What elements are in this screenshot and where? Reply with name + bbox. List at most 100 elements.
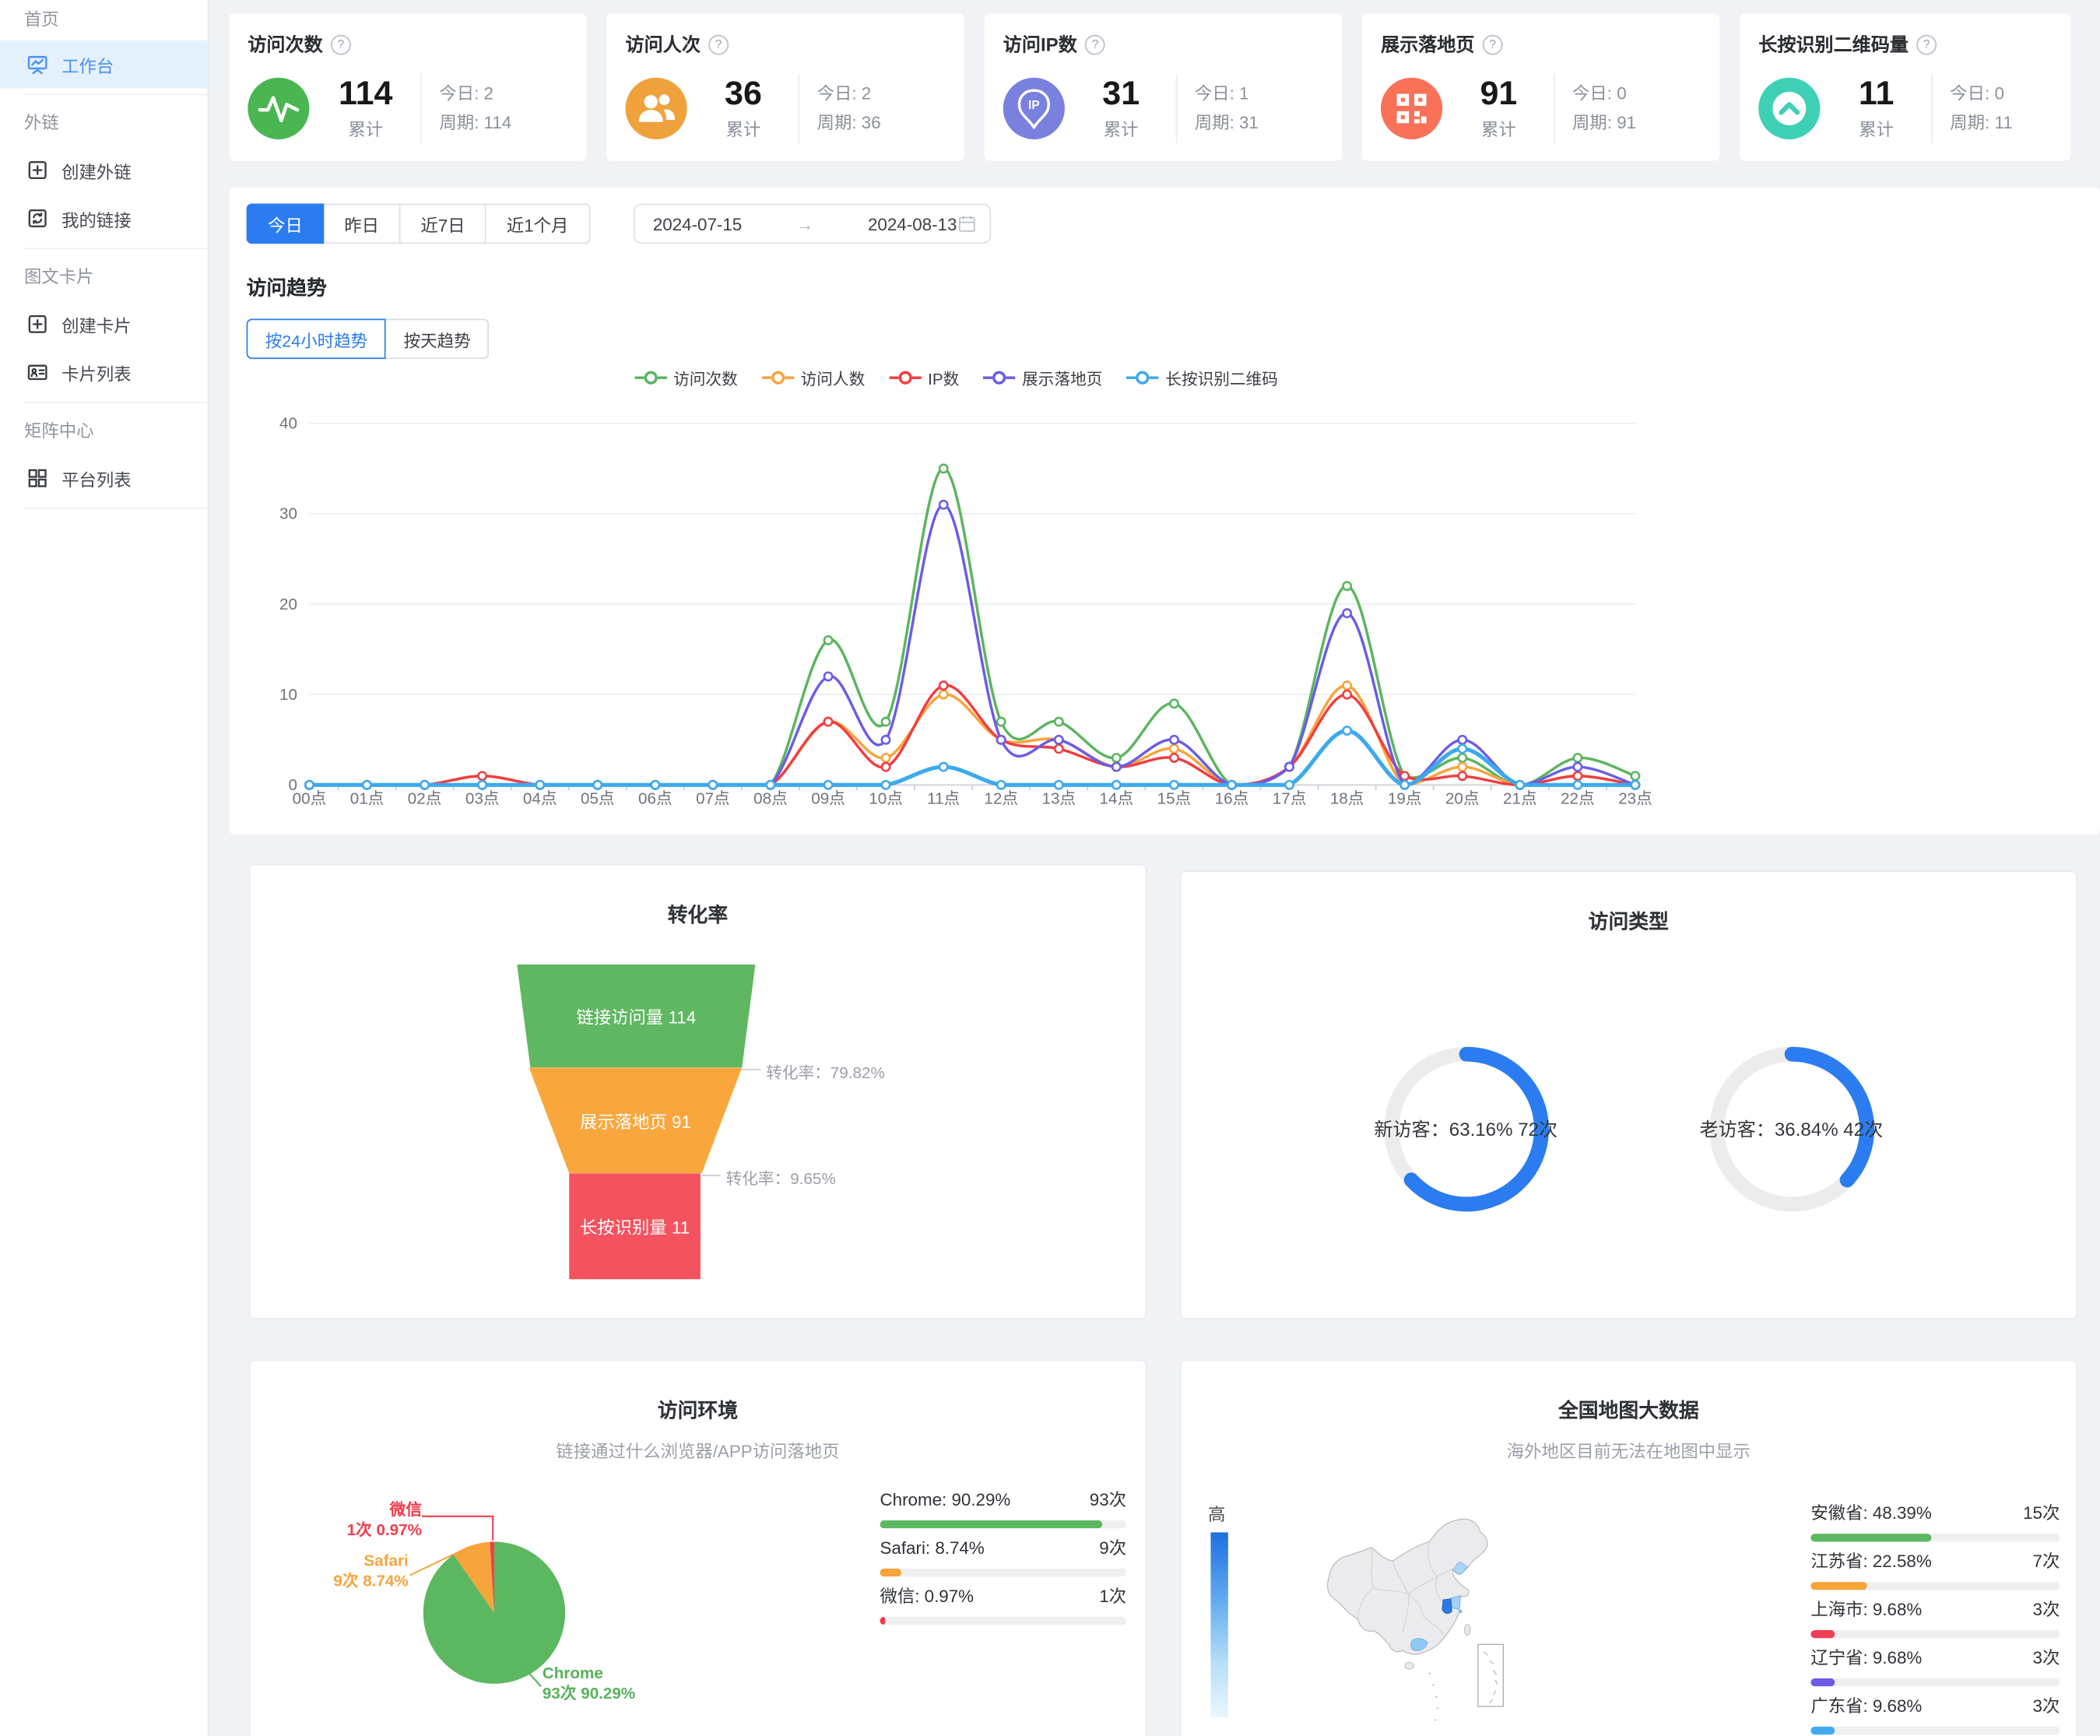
list-label: Safari: 8.74% bbox=[880, 1537, 984, 1558]
legend-label: 访问人数 bbox=[801, 367, 866, 389]
stat-value: 91 bbox=[1464, 76, 1533, 111]
pulse-icon bbox=[248, 78, 309, 139]
svg-text:IP: IP bbox=[1028, 99, 1040, 112]
sidebar-item-platform-list[interactable]: 平台列表 bbox=[0, 454, 208, 502]
visit-environment-card: 访问环境 链接通过什么浏览器/APP访问落地页 bbox=[249, 1359, 1147, 1736]
progress-track bbox=[1810, 1630, 2060, 1638]
sidebar-divider bbox=[24, 402, 208, 403]
progress-fill bbox=[880, 1617, 885, 1625]
pie-callout-detail: 9次 8.74% bbox=[333, 1571, 408, 1590]
list-item: 安徽省: 48.39% 15次 bbox=[1810, 1503, 2060, 1542]
province-anhui bbox=[1442, 1599, 1452, 1614]
legend-item[interactable]: 展示落地页 bbox=[983, 367, 1102, 389]
svg-text:10点: 10点 bbox=[869, 789, 903, 807]
pie-callout-wechat: 微信 1次 0.97% bbox=[290, 1500, 422, 1541]
stat-card-title: 长按识别二维码量 bbox=[1758, 31, 1909, 58]
list-label: 辽宁省: 9.68% bbox=[1810, 1647, 1922, 1667]
range-button[interactable]: 近1个月 bbox=[486, 204, 590, 244]
sidebar-item-label: 卡片列表 bbox=[61, 360, 132, 385]
list-item: Safari: 8.74%9次 bbox=[880, 1537, 1126, 1576]
sidebar-item-workbench[interactable]: 工作台 bbox=[0, 40, 208, 89]
divider bbox=[1176, 74, 1178, 143]
list-label: 广东省: 9.68% bbox=[1810, 1696, 1922, 1716]
china-map bbox=[1315, 1495, 1519, 1736]
map-title: 全国地图大数据 bbox=[1182, 1396, 2076, 1424]
help-icon[interactable]: ? bbox=[1916, 34, 1937, 54]
range-button[interactable]: 近7日 bbox=[401, 204, 487, 244]
stat-card: 访问人次?36累计今日: 2周期: 36 bbox=[606, 13, 964, 160]
legend-item[interactable]: 长按识别二维码 bbox=[1126, 367, 1277, 389]
help-icon[interactable]: ? bbox=[1483, 34, 1503, 54]
sidebar-item-label: 创建卡片 bbox=[61, 311, 132, 337]
donut-label: 新访客：63.16% 72次 bbox=[1374, 1116, 1557, 1142]
progress-track bbox=[880, 1520, 1126, 1528]
help-icon[interactable]: ? bbox=[331, 34, 351, 54]
stat-value: 11 bbox=[1842, 76, 1911, 111]
stat-today: 今日: 1 bbox=[1195, 79, 1259, 109]
tab-daily-trend[interactable]: 按天趋势 bbox=[386, 319, 490, 360]
legend-marker-icon bbox=[762, 371, 794, 385]
main-content: 访问次数?114累计今日: 2周期: 114访问人次?36累计今日: 2周期: … bbox=[209, 0, 2100, 1736]
visit-type-title: 访问类型 bbox=[1182, 907, 2076, 935]
svg-text:20: 20 bbox=[279, 596, 297, 613]
sidebar-item-create-extlink[interactable]: 创建外链 bbox=[0, 146, 208, 195]
list-label: 江苏省: 22.58% bbox=[1810, 1552, 1931, 1572]
list-count: 3次 bbox=[2033, 1696, 2060, 1716]
legend-item[interactable]: IP数 bbox=[889, 367, 959, 389]
help-icon[interactable]: ? bbox=[708, 34, 729, 54]
stat-value: 31 bbox=[1086, 76, 1155, 111]
sidebar-divider bbox=[24, 248, 208, 249]
progress-track bbox=[1810, 1582, 2060, 1590]
list-item: 辽宁省: 9.68%3次 bbox=[1810, 1647, 2060, 1686]
funnel-connector bbox=[742, 1069, 760, 1070]
svg-text:16点: 16点 bbox=[1215, 789, 1249, 807]
stat-today: 今日: 2 bbox=[439, 79, 511, 109]
ip-pin-icon: IP bbox=[1003, 78, 1065, 139]
svg-text:11点: 11点 bbox=[927, 789, 960, 807]
pie-slice bbox=[423, 1541, 565, 1683]
progress-fill bbox=[1810, 1630, 1835, 1638]
list-label: 安徽省: 48.39% bbox=[1810, 1503, 1931, 1523]
progress-fill bbox=[1810, 1534, 1931, 1541]
map-subtitle: 海外地区目前无法在地图中显示 bbox=[1182, 1437, 2076, 1463]
list-count: 15次 bbox=[2023, 1503, 2060, 1523]
svg-text:09点: 09点 bbox=[811, 789, 845, 807]
stat-card: 访问次数?114累计今日: 2周期: 114 bbox=[229, 13, 586, 160]
sidebar-item-card-list[interactable]: 卡片列表 bbox=[0, 348, 208, 396]
province-jiangsu bbox=[1451, 1596, 1460, 1609]
donut-returning-visitors: 老访客：36.84% 42次 bbox=[1691, 1028, 1891, 1229]
range-button[interactable]: 昨日 bbox=[324, 204, 400, 244]
list-label: 上海市: 9.68% bbox=[1810, 1599, 1922, 1619]
pie-callout-title: Safari bbox=[288, 1552, 409, 1572]
china-map-card: 全国地图大数据 海外地区目前无法在地图中显示 高 低 bbox=[1180, 1359, 2077, 1736]
progress-fill bbox=[880, 1520, 1102, 1528]
legend-item[interactable]: 访问次数 bbox=[634, 367, 738, 389]
sidebar-section-home: 首页 bbox=[0, 0, 208, 40]
users-icon bbox=[626, 78, 687, 139]
svg-text:17点: 17点 bbox=[1273, 789, 1307, 807]
stat-value: 114 bbox=[331, 76, 400, 111]
progress-track bbox=[1810, 1534, 2060, 1541]
calendar-icon bbox=[957, 214, 975, 233]
browser-stats-list: Chrome: 90.29%93次Safari: 8.74%9次微信: 0.97… bbox=[880, 1489, 1126, 1634]
date-end[interactable]: 2024-08-13 bbox=[868, 213, 957, 234]
range-button[interactable]: 今日 bbox=[247, 204, 325, 244]
tab-24h-trend[interactable]: 按24小时趋势 bbox=[247, 319, 387, 360]
sidebar-item-create-card[interactable]: 创建卡片 bbox=[0, 300, 208, 348]
trend-tabs: 按24小时趋势 按天趋势 bbox=[247, 319, 2083, 360]
svg-text:02点: 02点 bbox=[408, 789, 442, 807]
svg-text:15点: 15点 bbox=[1157, 789, 1192, 807]
date-start[interactable]: 2024-07-15 bbox=[653, 213, 742, 234]
help-icon[interactable]: ? bbox=[1085, 34, 1105, 54]
svg-text:22点: 22点 bbox=[1561, 789, 1595, 807]
pie-callout-chrome: Chrome 93次 90.29% bbox=[543, 1664, 635, 1704]
legend-item[interactable]: 访问人数 bbox=[762, 367, 866, 389]
visit-type-card: 访问类型 新访客：63.16% 72次 bbox=[1180, 870, 2077, 1319]
sidebar-item-my-links[interactable]: 我的链接 bbox=[0, 194, 208, 242]
date-range-picker[interactable]: 2024-07-15 → 2024-08-13 bbox=[633, 204, 990, 244]
list-item: 上海市: 9.68%3次 bbox=[1810, 1599, 2060, 1638]
id-card-icon bbox=[26, 362, 48, 384]
trend-line-chart: 01020304000点01点02点03点04点05点06点07点08点09点1… bbox=[247, 405, 1666, 810]
stat-value-label: 累计 bbox=[1086, 115, 1155, 141]
donut-new-visitors: 新访客：63.16% 72次 bbox=[1365, 1028, 1566, 1229]
